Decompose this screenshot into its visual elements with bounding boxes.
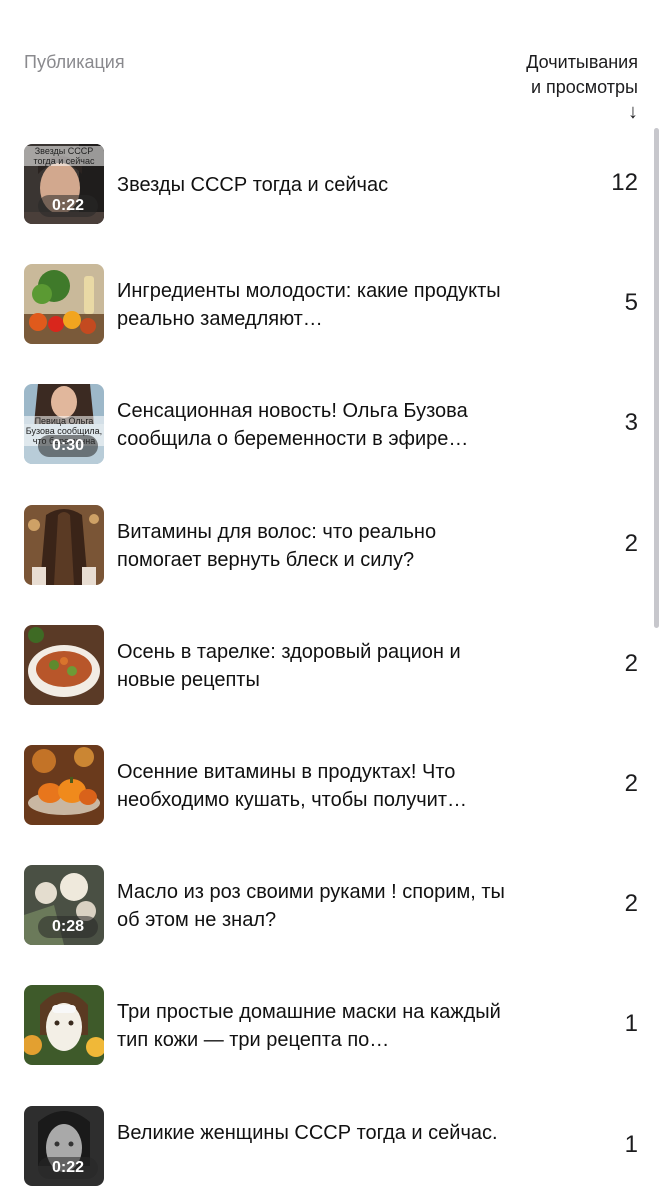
salad-thumbnail[interactable] (24, 624, 104, 705)
publication-title[interactable]: Ингредиенты молодости: какие продукты ре… (117, 277, 517, 333)
vertical-scrollbar[interactable] (654, 128, 659, 628)
list-item[interactable]: 0:22 Великие женщины СССР тогда и сейчас… (0, 1086, 663, 1200)
column-header-line1: Дочитывания (526, 52, 638, 72)
sort-desc-icon[interactable]: ↓ (526, 102, 638, 122)
list-item[interactable]: Осень в тарелке: здоровый рацион и новые… (0, 605, 663, 725)
list-item[interactable]: Три простые домашние маски на каждый тип… (0, 965, 663, 1085)
publication-title[interactable]: Масло из роз своими руками ! спорим, ты … (117, 878, 517, 934)
video-duration-badge: 0:22 (38, 1156, 98, 1179)
reads-views-count: 2 (624, 529, 638, 557)
portrait-thumbnail[interactable]: Звезды СССР тогда и сейчас 0:22 (24, 144, 104, 224)
reads-views-count: 2 (624, 649, 638, 677)
list-item[interactable]: 0:28 Масло из роз своими руками ! спорим… (0, 845, 663, 965)
publication-title[interactable]: Витамины для волос: что реально помогает… (117, 518, 517, 574)
reads-views-count: 1 (624, 1010, 638, 1038)
publication-title[interactable]: Осенние витамины в продуктах! Что необхо… (117, 758, 517, 814)
reads-views-count: 5 (624, 289, 638, 317)
video-duration-badge: 0:22 (38, 195, 98, 217)
face-mask-thumbnail[interactable] (24, 985, 104, 1066)
reads-views-count: 12 (611, 169, 638, 196)
bw-portrait-thumbnail[interactable]: 0:22 (24, 1105, 104, 1186)
video-duration-badge: 0:30 (38, 435, 98, 458)
column-header-line2: и просмотры (530, 77, 638, 97)
publication-list: Звезды СССР тогда и сейчас 0:22 Звезды С… (0, 124, 663, 1200)
publication-title[interactable]: Звезды СССР тогда и сейчас (117, 171, 517, 199)
list-item[interactable]: Ингредиенты молодости: какие продукты ре… (0, 244, 663, 364)
table-header: Публикация Дочитывания и просмотры ↓ (0, 0, 663, 130)
publication-title[interactable]: Осень в тарелке: здоровый рацион и новые… (117, 638, 517, 694)
video-duration-badge: 0:28 (38, 916, 98, 939)
list-item[interactable]: Звезды СССР тогда и сейчас 0:22 Звезды С… (0, 124, 663, 244)
thumbnail-caption: Звезды СССР тогда и сейчас (24, 146, 104, 166)
reads-views-count: 2 (624, 769, 638, 797)
publication-title[interactable]: Сенсационная новость! Ольга Бузова сообщ… (117, 397, 517, 453)
roses-thumbnail[interactable]: 0:28 (24, 865, 104, 946)
publication-title[interactable]: Великие женщины СССР тогда и сейчас. (117, 1119, 517, 1147)
list-item[interactable]: Певица Ольга Бузова сообщила, что береме… (0, 364, 663, 484)
reads-views-count: 3 (624, 409, 638, 437)
hair-thumbnail[interactable] (24, 504, 104, 585)
list-item[interactable]: Осенние витамины в продуктах! Что необхо… (0, 725, 663, 845)
woman-thumbnail[interactable]: Певица Ольга Бузова сообщила, что береме… (24, 384, 104, 465)
publication-title[interactable]: Три простые домашние маски на каждый тип… (117, 998, 517, 1054)
reads-views-count: 2 (624, 890, 638, 918)
column-header-publication: Публикация (24, 52, 125, 72)
pumpkin-thumbnail[interactable] (24, 744, 104, 825)
list-item[interactable]: Витамины для волос: что реально помогает… (0, 485, 663, 605)
reads-views-count: 1 (624, 1130, 638, 1158)
column-header-reads-views[interactable]: Дочитывания и просмотры ↓ (526, 50, 638, 122)
vegetables-thumbnail[interactable] (24, 264, 104, 345)
